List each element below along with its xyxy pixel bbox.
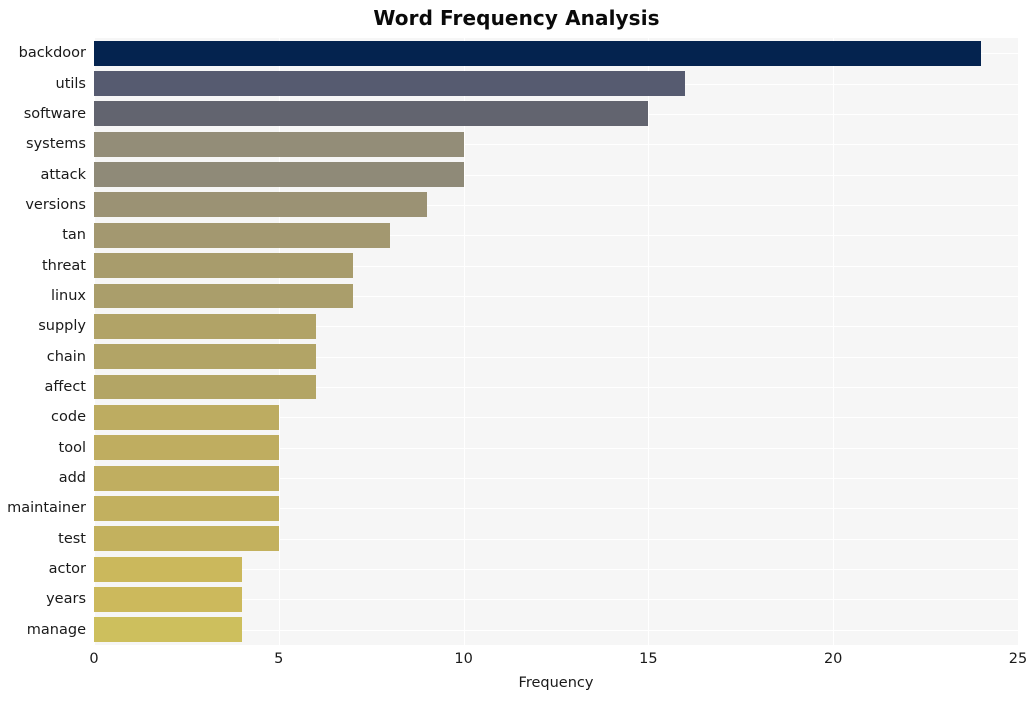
y-axis-tick-label: software: [23, 105, 86, 122]
y-axis-tick-label: threat: [41, 257, 86, 274]
bar: [94, 404, 279, 430]
y-axis-tick-label: actor: [48, 560, 86, 577]
y-axis-tick-label: add: [58, 469, 86, 486]
y-axis-tick-label: utils: [55, 75, 87, 92]
y-axis-tick-label: linux: [50, 287, 86, 304]
chart-title: Word Frequency Analysis: [373, 6, 660, 30]
x-axis-tick-label: 10: [454, 651, 473, 667]
x-axis-tick-label: 0: [89, 651, 99, 667]
bar: [94, 71, 686, 96]
bar: [94, 556, 242, 582]
y-axis-tick-label: chain: [46, 348, 86, 365]
bar: [94, 131, 464, 157]
x-axis-tick-label: 20: [823, 651, 843, 667]
bar: [94, 587, 242, 612]
chart-figure: Word Frequency Analysis backdoor utils sof…: [0, 0, 1033, 701]
gridline-vertical: [463, 38, 465, 645]
x-axis-tick-label: 25: [1008, 651, 1028, 667]
bar: [94, 222, 390, 248]
y-axis-tick-label: backdoor: [18, 44, 86, 61]
bar: [94, 162, 464, 187]
y-axis-tick-label: test: [58, 530, 86, 547]
bar: [94, 253, 353, 279]
bar: [94, 495, 279, 521]
bar: [94, 526, 279, 552]
y-axis-tick-label: manage: [26, 621, 86, 638]
y-axis-tick-label: tool: [58, 439, 86, 456]
gridline-vertical: [648, 38, 650, 645]
gridline-vertical: [278, 38, 280, 645]
y-axis-tick-labels: backdoor utils software systems attack versio…: [0, 38, 86, 645]
bar: [94, 344, 316, 370]
gridline-vertical: [94, 38, 95, 645]
x-axis-title: Frequency: [518, 675, 594, 691]
bar: [94, 283, 353, 309]
bar: [94, 617, 242, 643]
y-axis-tick-label: maintainer: [7, 500, 86, 517]
bar: [94, 192, 427, 218]
bar: [94, 435, 279, 461]
y-axis-tick-label: tan: [62, 227, 86, 244]
plot-area: [94, 38, 1018, 645]
bar: [94, 374, 316, 400]
bar: [94, 40, 982, 66]
bar: [94, 101, 649, 127]
x-axis-tick-labels: 0 5 10 15 20 25: [0, 645, 1033, 675]
gridline-vertical: [833, 38, 835, 645]
y-axis-tick-label: code: [51, 409, 86, 426]
bar: [94, 313, 316, 339]
y-axis-tick-label: systems: [26, 135, 86, 152]
y-axis-tick-label: attack: [40, 166, 86, 183]
x-axis-tick-label: 5: [274, 651, 284, 667]
bar: [94, 465, 279, 491]
x-axis-tick-label: 15: [639, 651, 658, 667]
y-axis-tick-label: years: [46, 591, 86, 608]
y-axis-tick-label: versions: [25, 196, 86, 213]
y-axis-tick-label: supply: [38, 318, 86, 335]
y-axis-tick-label: affect: [44, 378, 86, 395]
